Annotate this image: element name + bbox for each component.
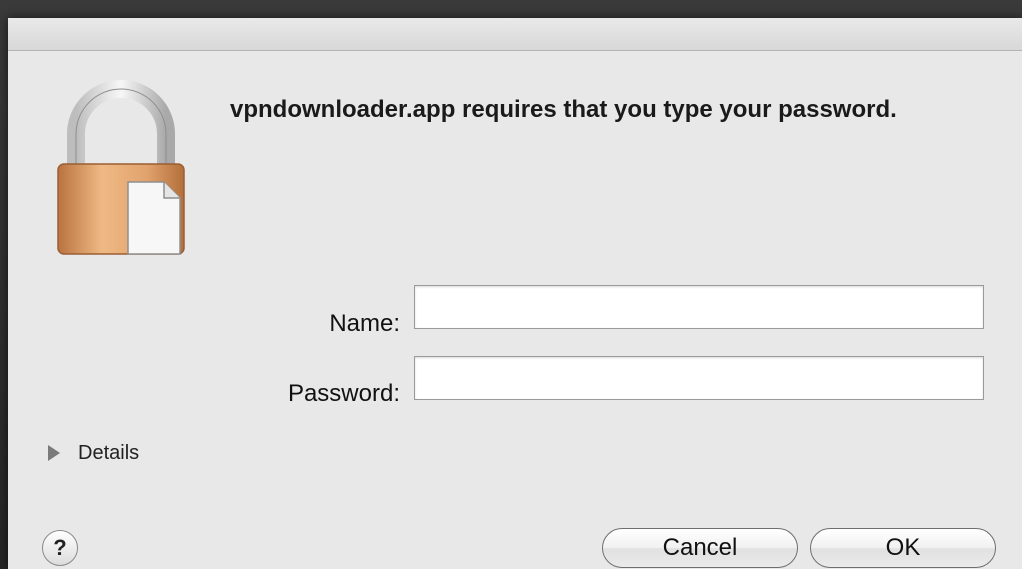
disclosure-triangle-icon[interactable] <box>48 445 60 461</box>
help-button[interactable]: ? <box>42 530 78 566</box>
help-icon: ? <box>53 535 67 560</box>
dialog-message: vpndownloader.app requires that you type… <box>230 96 897 123</box>
details-disclosure[interactable]: Details <box>48 438 139 468</box>
cancel-button[interactable]: Cancel <box>602 528 798 568</box>
password-label: Password: <box>287 380 400 407</box>
authentication-dialog: vpndownloader.app requires that you type… <box>8 18 1022 569</box>
name-label: Name: <box>329 310 400 337</box>
ok-button[interactable]: OK <box>810 528 996 568</box>
name-field[interactable] <box>414 285 984 329</box>
dialog-titlebar <box>8 18 1022 51</box>
password-field[interactable] <box>414 356 984 400</box>
lock-icon <box>48 80 198 260</box>
details-label: Details <box>78 441 140 464</box>
